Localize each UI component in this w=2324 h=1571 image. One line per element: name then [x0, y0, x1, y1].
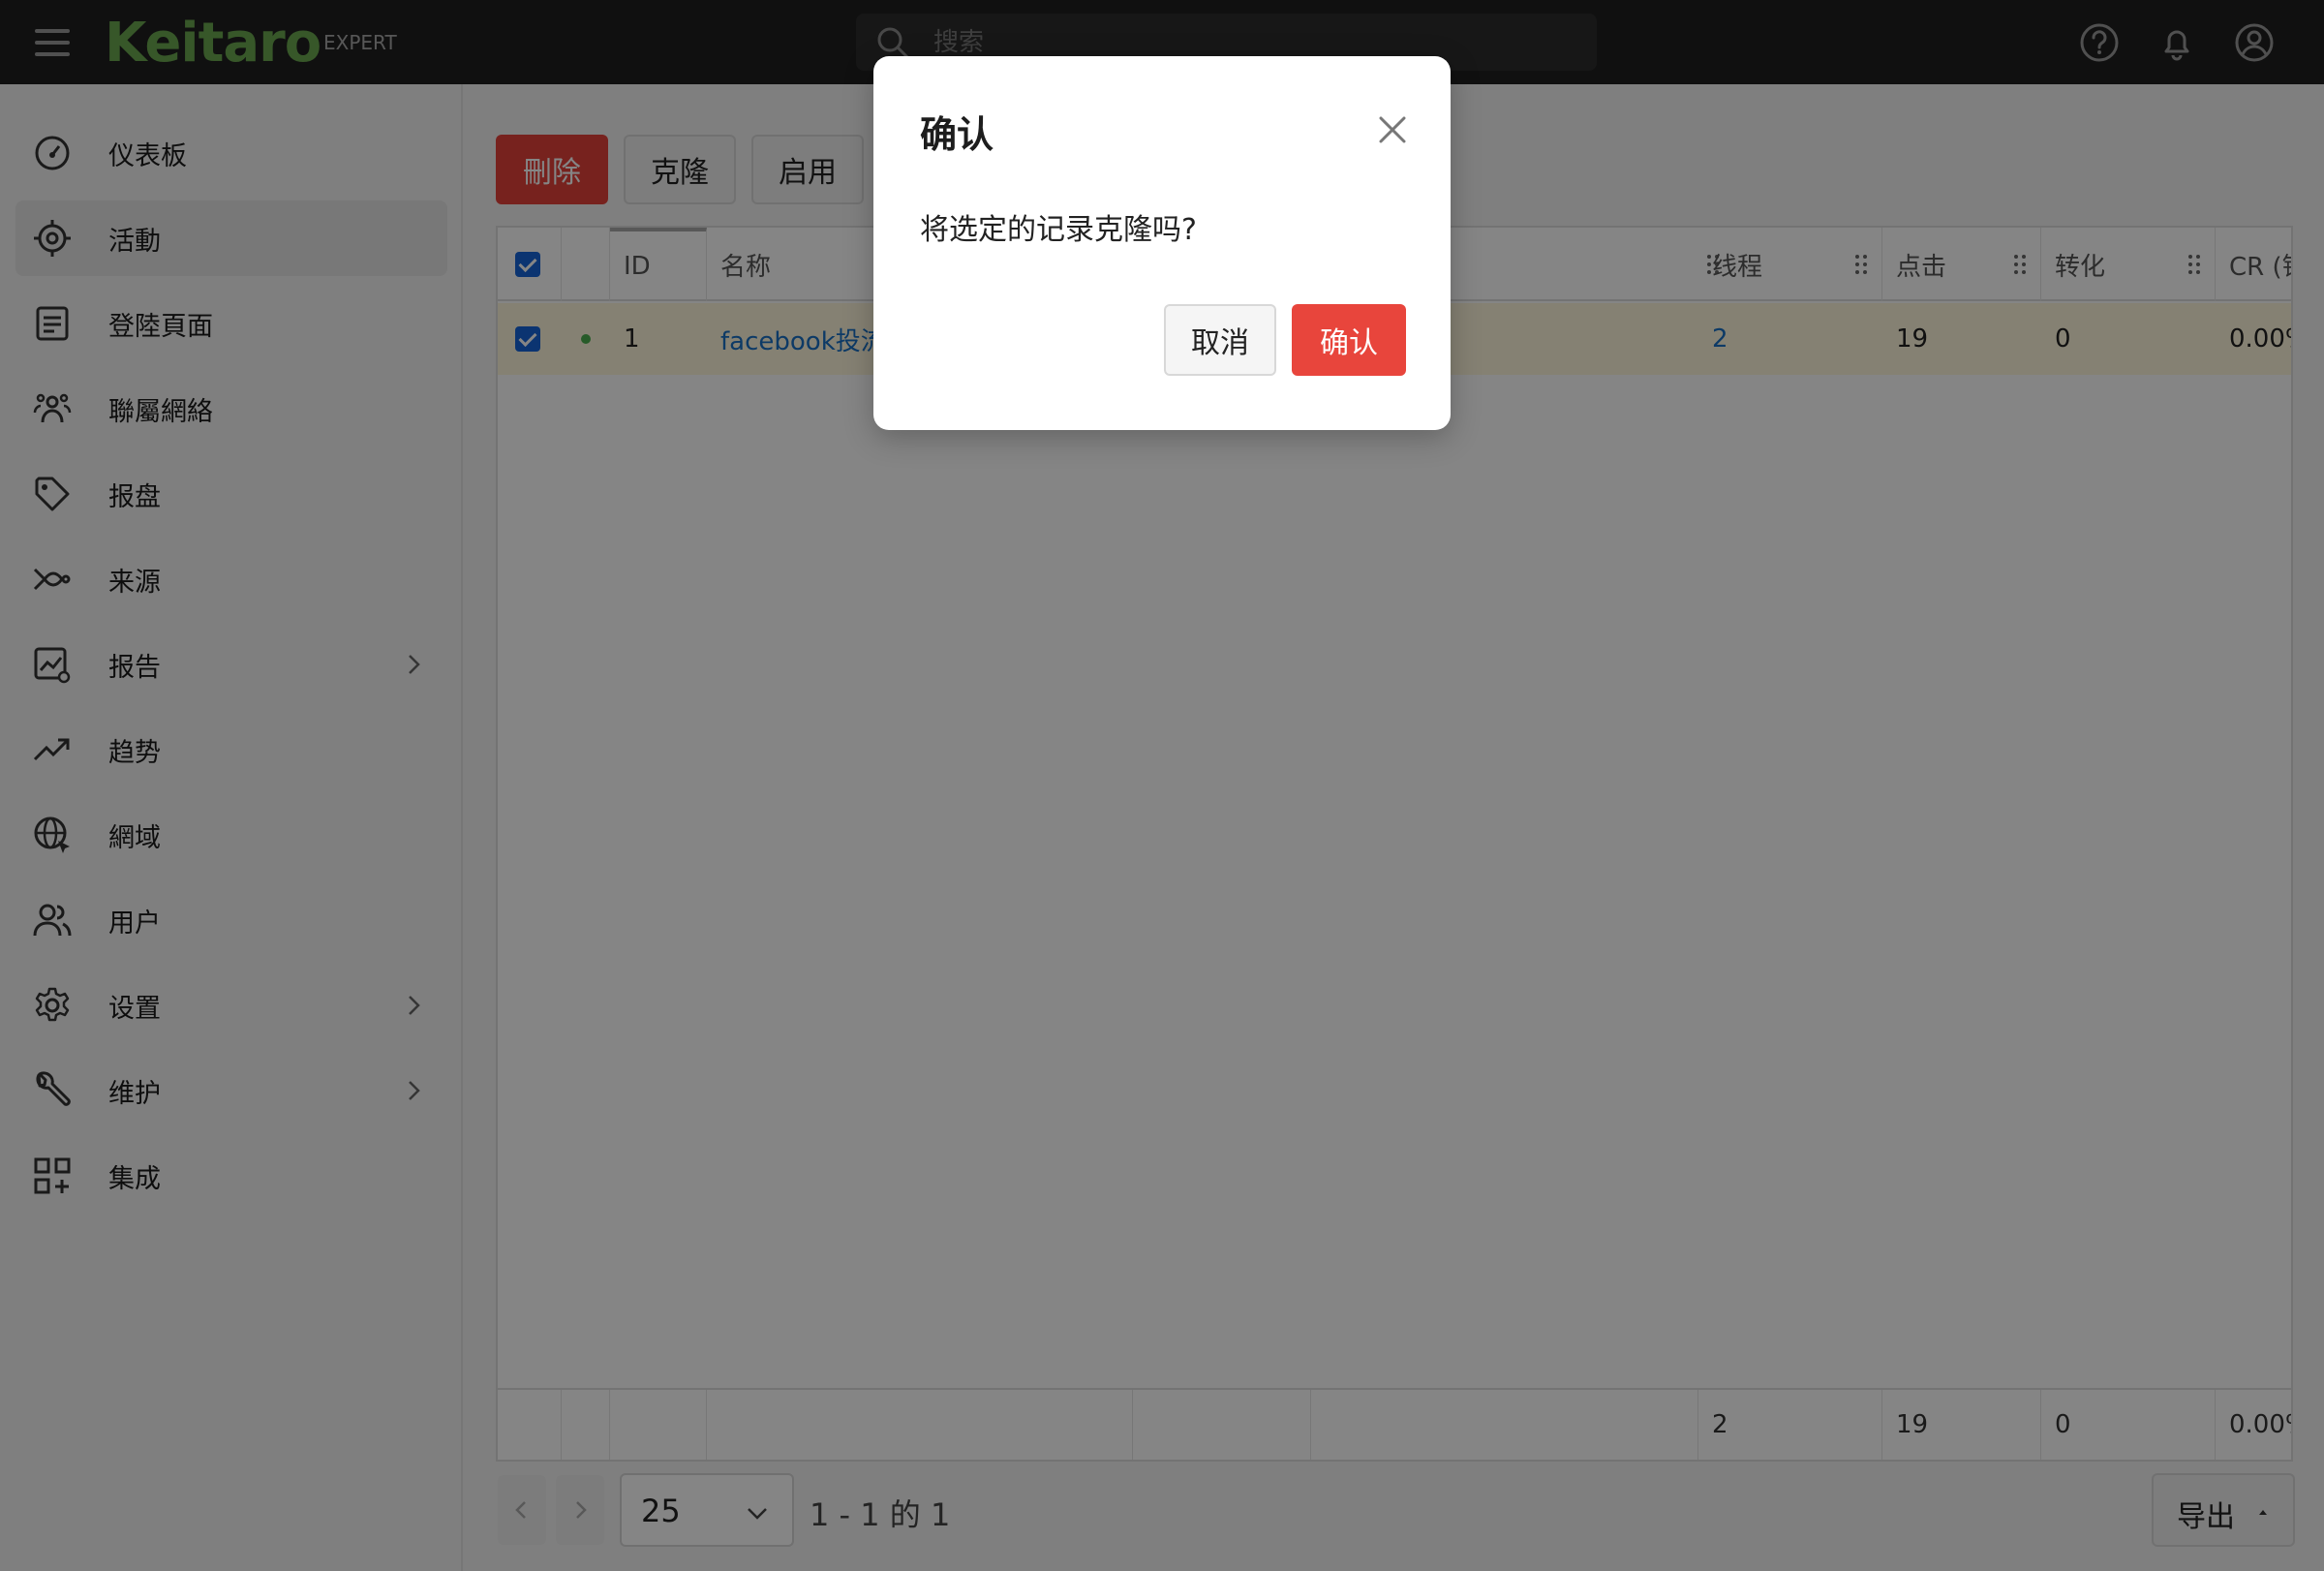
confirm-button[interactable]: 确认 [1292, 304, 1406, 376]
dialog-message: 将选定的记录克隆吗? [920, 213, 1197, 247]
cancel-button[interactable]: 取消 [1164, 304, 1276, 376]
confirm-dialog: 确认 将选定的记录克隆吗? 取消 确认 [873, 56, 1451, 430]
dialog-title: 确认 [920, 113, 994, 156]
close-icon[interactable] [1375, 112, 1410, 147]
